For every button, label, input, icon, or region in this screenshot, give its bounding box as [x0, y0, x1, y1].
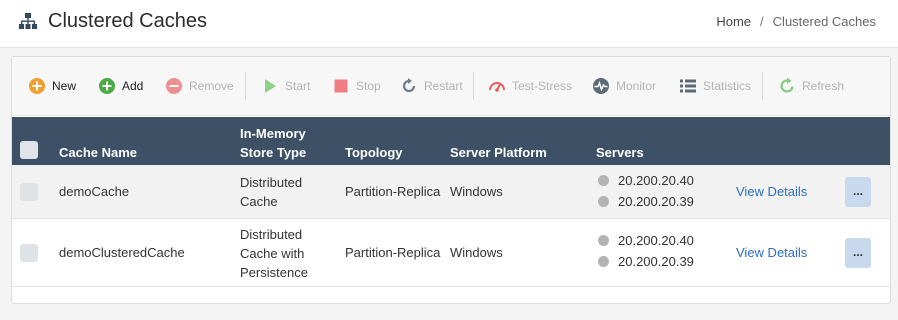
- plus-circle-icon: [29, 78, 45, 94]
- store-type-cell: Distributed Cache with Persistence: [240, 225, 308, 282]
- select-all-checkbox[interactable]: [20, 141, 38, 159]
- caches-panel: New Add Remove Start Stop Restart Test-S…: [11, 56, 891, 304]
- column-header-server-platform[interactable]: Server Platform: [450, 143, 547, 162]
- page-title: Clustered Caches: [48, 10, 207, 32]
- refresh-icon: [780, 77, 794, 93]
- store-type-line: Distributed: [240, 227, 303, 242]
- server-status-dot: [598, 256, 609, 267]
- breadcrumb-home[interactable]: Home: [716, 14, 751, 29]
- server-status-dot: [598, 175, 609, 186]
- gauge-icon: [489, 82, 505, 92]
- column-header-topology[interactable]: Topology: [345, 143, 403, 162]
- row-menu-button[interactable]: ...: [845, 177, 871, 207]
- store-type-line: Distributed: [240, 175, 303, 190]
- heartbeat-icon: [593, 78, 609, 94]
- toolbar-divider: [762, 72, 763, 100]
- start-button-label: Start: [285, 79, 311, 93]
- server-entry: 20.200.20.39: [598, 254, 694, 269]
- breadcrumb-separator: /: [760, 14, 764, 29]
- minus-circle-icon: [166, 78, 182, 94]
- refresh-icon: [402, 78, 416, 93]
- sitemap-icon: [18, 12, 38, 30]
- server-ip: 20.200.20.39: [618, 254, 694, 269]
- column-header-store-type[interactable]: In-Memory Store Type: [240, 124, 306, 162]
- cache-name-cell: demoClusteredCache: [59, 245, 185, 260]
- refresh-button[interactable]: Refresh: [778, 77, 844, 95]
- list-icon: [680, 79, 696, 93]
- store-type-line: Persistence: [240, 265, 308, 280]
- page-title-wrap: Clustered Caches: [18, 9, 207, 33]
- server-entry: 20.200.20.40: [598, 173, 694, 188]
- column-header-store-type-line: In-Memory: [240, 126, 306, 141]
- table-row[interactable]: demoClusteredCache Distributed Cache wit…: [12, 219, 890, 287]
- test-stress-button[interactable]: Test-Stress: [488, 77, 572, 95]
- server-entry: 20.200.20.39: [598, 194, 694, 209]
- stop-button-label: Stop: [356, 79, 381, 93]
- play-icon: [265, 79, 276, 93]
- server-entry: 20.200.20.40: [598, 233, 694, 248]
- store-type-cell: Distributed Cache: [240, 173, 302, 211]
- toolbar-divider: [245, 72, 246, 100]
- column-header-servers[interactable]: Servers: [596, 143, 644, 162]
- table-header: Cache Name In-Memory Store Type Topology…: [12, 117, 890, 165]
- view-details-link[interactable]: View Details: [736, 245, 807, 260]
- server-ip: 20.200.20.39: [618, 194, 694, 209]
- row-checkbox[interactable]: [20, 244, 38, 262]
- toolbar: New Add Remove Start Stop Restart Test-S…: [12, 57, 890, 116]
- view-details-link[interactable]: View Details: [736, 184, 807, 199]
- start-button[interactable]: Start: [261, 77, 310, 95]
- topology-cell: Partition-Replica: [345, 245, 441, 260]
- store-type-line: Cache: [240, 194, 278, 209]
- monitor-button[interactable]: Monitor: [592, 77, 656, 95]
- store-type-line: Cache with: [240, 246, 305, 261]
- restart-button-label: Restart: [424, 79, 463, 93]
- column-header-store-type-line: Store Type: [240, 145, 307, 160]
- add-button[interactable]: Add: [98, 77, 143, 95]
- table-row[interactable]: demoCache Distributed Cache Partition-Re…: [12, 165, 890, 219]
- new-button[interactable]: New: [28, 77, 76, 95]
- platform-cell: Windows: [450, 184, 503, 199]
- cache-name-cell: demoCache: [59, 184, 130, 199]
- monitor-button-label: Monitor: [616, 79, 657, 93]
- statistics-button[interactable]: Statistics: [679, 77, 751, 95]
- plus-circle-icon: [99, 78, 115, 94]
- topology-cell: Partition-Replica: [345, 184, 441, 199]
- row-checkbox[interactable]: [20, 183, 38, 201]
- stop-icon: [334, 79, 348, 93]
- test-stress-button-label: Test-Stress: [512, 79, 573, 93]
- stop-button[interactable]: Stop: [332, 77, 381, 95]
- platform-cell: Windows: [450, 245, 503, 260]
- remove-button-label: Remove: [189, 79, 234, 93]
- page-header: Clustered Caches Home / Clustered Caches: [0, 0, 898, 48]
- remove-button[interactable]: Remove: [165, 77, 234, 95]
- server-status-dot: [598, 196, 609, 207]
- server-ip: 20.200.20.40: [618, 173, 694, 188]
- server-status-dot: [598, 235, 609, 246]
- restart-button[interactable]: Restart: [400, 77, 463, 95]
- toolbar-divider: [473, 72, 474, 100]
- breadcrumb: Home / Clustered Caches: [716, 14, 876, 29]
- row-menu-button[interactable]: ...: [845, 238, 871, 268]
- statistics-button-label: Statistics: [703, 79, 752, 93]
- column-header-cache-name[interactable]: Cache Name: [59, 143, 137, 162]
- add-button-label: Add: [122, 79, 144, 93]
- refresh-button-label: Refresh: [802, 79, 845, 93]
- server-ip: 20.200.20.40: [618, 233, 694, 248]
- breadcrumb-current: Clustered Caches: [772, 14, 876, 29]
- new-button-label: New: [52, 79, 77, 93]
